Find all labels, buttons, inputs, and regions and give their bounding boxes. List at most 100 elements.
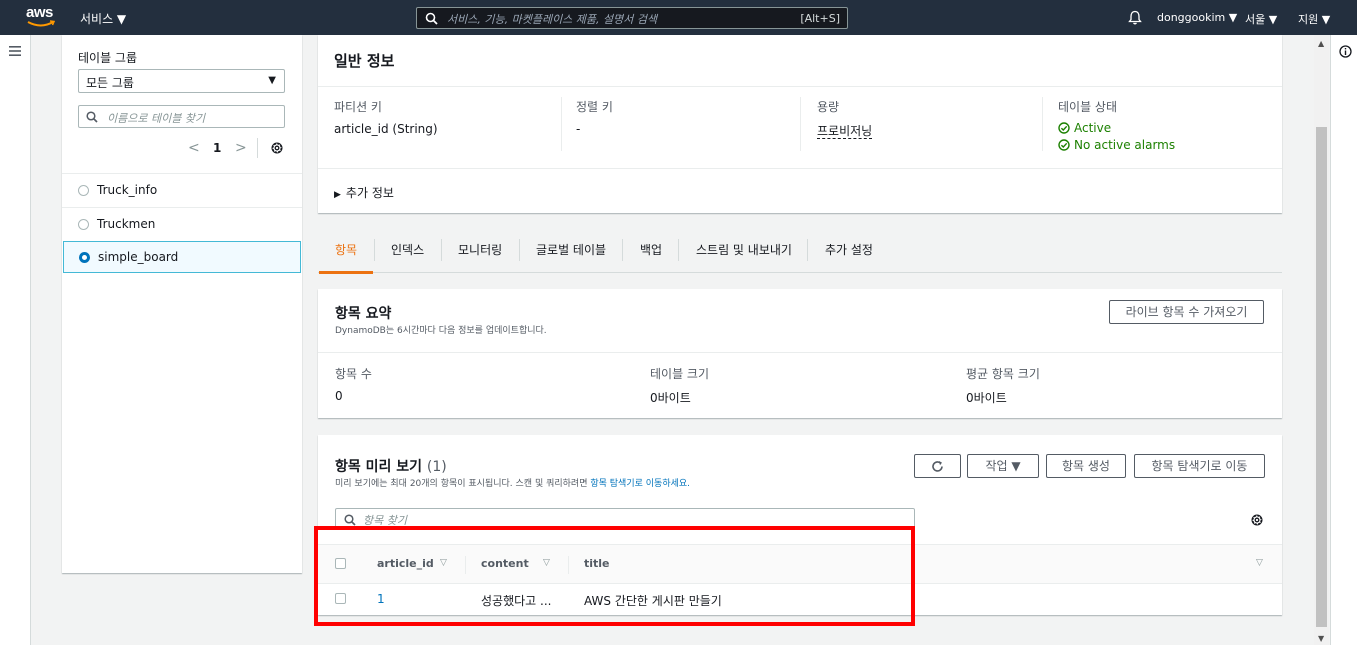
aws-logo[interactable]: aws	[26, 5, 58, 30]
table-header-row: article_id ▽ content ▽ title ▽	[318, 544, 1282, 584]
additional-info-expander[interactable]: ▶ 추가 정보	[334, 184, 394, 201]
page-scrollbar[interactable]: ▲ ▼	[1314, 35, 1329, 645]
select-all-checkbox[interactable]	[335, 558, 346, 569]
column-header-title[interactable]: title	[584, 557, 610, 570]
services-menu[interactable]: 서비스 ▼	[80, 10, 126, 27]
status-active: Active	[1058, 121, 1175, 135]
scroll-thumb[interactable]	[1316, 127, 1327, 627]
capacity-field: 용량 프로비저닝	[817, 98, 873, 139]
tab-backups[interactable]: 백업	[640, 241, 662, 273]
radio-button[interactable]	[78, 219, 89, 230]
global-search-placeholder: 서비스, 기능, 마켓플레이스 제품, 설명서 검색	[447, 13, 658, 26]
tab-divider	[374, 239, 375, 261]
column-divider	[1042, 97, 1043, 151]
bell-icon[interactable]	[1128, 10, 1142, 25]
table-list-item-selected[interactable]: simple_board	[63, 241, 301, 273]
item-count-value: 0	[335, 389, 343, 403]
pager-next-icon[interactable]: >	[235, 140, 247, 156]
column-header-article-id[interactable]: article_id	[377, 557, 434, 570]
tab-items[interactable]: 항목	[335, 241, 357, 273]
pager-current-page[interactable]: 1	[213, 141, 221, 155]
table-row[interactable]: 1 성공했다고 ... AWS 간단한 게시판 만들기	[318, 584, 1282, 615]
sort-icon[interactable]: ▽	[440, 558, 447, 568]
right-rail	[1330, 35, 1357, 645]
table-search-placeholder: 이름으로 테이블 찾기	[107, 112, 206, 125]
create-item-button[interactable]: 항목 생성	[1046, 454, 1126, 478]
item-count-field: 항목 수 0	[335, 365, 372, 403]
row-checkbox[interactable]	[335, 593, 346, 604]
status-alarms-text: No active alarms	[1074, 138, 1176, 152]
divider	[318, 168, 1282, 169]
radio-button-selected[interactable]	[79, 252, 90, 263]
tab-label: 추가 설정	[825, 243, 873, 257]
table-group-select[interactable]: 모든 그룹 ▼	[78, 69, 285, 93]
sort-key-label: 정렬 키	[576, 100, 613, 114]
item-preview-title-text: 항목 미리 보기	[335, 459, 423, 475]
item-explorer-link[interactable]: 항목 탐색기로 이동하세요.	[590, 479, 690, 489]
gear-icon[interactable]	[270, 141, 284, 155]
item-summary-card: 항목 요약 DynamoDB는 6시간마다 다음 정보를 업데이트합니다. 라이…	[318, 289, 1282, 418]
tab-monitoring[interactable]: 모니터링	[458, 241, 502, 273]
tab-divider	[519, 239, 520, 261]
general-info-card: 일반 정보 파티션 키 article_id (String) 정렬 키 - 용…	[318, 35, 1282, 213]
tab-divider	[622, 239, 623, 261]
tab-label: 스트림 및 내보내기	[696, 243, 792, 257]
table-status-label: 테이블 상태	[1058, 100, 1118, 114]
region-menu[interactable]: 서울 ▼	[1245, 11, 1277, 27]
radio-button[interactable]	[78, 185, 89, 196]
user-menu[interactable]: donggookim ▼	[1157, 11, 1237, 24]
get-live-item-count-button[interactable]: 라이브 항목 수 가져오기	[1109, 300, 1264, 324]
tab-divider	[441, 239, 442, 261]
item-preview-subtitle: 미리 보기에는 최대 20개의 항목이 표시됩니다. 스캔 및 쿼리하려면 항목…	[335, 476, 690, 489]
tab-label: 글로벌 테이블	[536, 243, 607, 257]
column-header-content[interactable]: content	[481, 557, 529, 570]
additional-info-label: 추가 정보	[345, 186, 394, 200]
search-icon	[425, 12, 438, 25]
capacity-mode-link[interactable]: 프로비저닝	[817, 124, 873, 139]
caret-right-icon: ▶	[334, 190, 341, 200]
active-tab-indicator	[319, 271, 373, 274]
article-id-link[interactable]: 1	[377, 592, 385, 606]
gear-icon[interactable]	[1250, 513, 1264, 527]
table-group-label: 테이블 그룹	[78, 51, 138, 65]
sort-icon[interactable]: ▽	[1256, 558, 1263, 568]
sort-icon[interactable]: ▽	[543, 558, 550, 568]
content-cell: 성공했다고 ...	[481, 594, 552, 608]
info-icon[interactable]	[1339, 45, 1352, 58]
search-icon	[86, 111, 98, 123]
tab-indexes[interactable]: 인덱스	[391, 241, 424, 273]
table-tabs: 항목 인덱스 모니터링 글로벌 테이블 백업 스트림 및 내보내기 추가 설정	[318, 237, 1282, 274]
item-preview-subtitle-text: 미리 보기에는 최대 20개의 항목이 표시됩니다. 스캔 및 쿼리하려면	[335, 479, 588, 489]
item-preview-card: 항목 미리 보기 (1) 미리 보기에는 최대 20개의 항목이 표시됩니다. …	[318, 435, 1282, 615]
status-alarms: No active alarms	[1058, 138, 1175, 152]
divider	[318, 352, 1282, 353]
support-menu[interactable]: 지원 ▼	[1298, 11, 1330, 27]
item-search-placeholder: 항목 찾기	[363, 514, 407, 527]
top-navigation-bar: aws 서비스 ▼ 서비스, 기능, 마켓플레이스 제품, 설명서 검색 [Al…	[0, 0, 1357, 35]
pager-prev-icon[interactable]: <	[188, 140, 200, 156]
global-search-input[interactable]: 서비스, 기능, 마켓플레이스 제품, 설명서 검색 [Alt+S]	[416, 7, 848, 29]
search-shortcut-hint: [Alt+S]	[800, 12, 840, 25]
table-group-select-value: 모든 그룹	[86, 76, 134, 90]
actions-dropdown-button[interactable]: 작업 ▼	[967, 454, 1039, 478]
go-to-item-explorer-button[interactable]: 항목 탐색기로 이동	[1134, 454, 1265, 478]
table-size-field: 테이블 크기 0바이트	[650, 365, 709, 406]
item-search-input[interactable]: 항목 찾기	[335, 508, 915, 530]
table-search-input[interactable]: 이름으로 테이블 찾기	[78, 105, 285, 128]
table-list-item[interactable]: Truckmen	[62, 207, 302, 241]
table-status-field: 테이블 상태 Active No active alarms	[1058, 98, 1175, 152]
check-circle-icon	[1058, 139, 1070, 151]
tab-streams-exports[interactable]: 스트림 및 내보내기	[696, 241, 792, 273]
table-list-item[interactable]: Truck_info	[62, 173, 302, 207]
tab-global-tables[interactable]: 글로벌 테이블	[536, 241, 606, 273]
general-info-title: 일반 정보	[334, 52, 395, 70]
avg-item-size-value: 0바이트	[966, 391, 1007, 405]
tab-label: 인덱스	[391, 243, 425, 257]
refresh-button[interactable]	[914, 454, 961, 478]
scroll-down-arrow-icon[interactable]: ▼	[1318, 634, 1324, 643]
tab-additional-settings[interactable]: 추가 설정	[825, 241, 873, 273]
hamburger-menu-icon[interactable]	[9, 45, 21, 57]
scroll-up-arrow-icon[interactable]: ▲	[1318, 39, 1324, 48]
item-summary-subtitle: DynamoDB는 6시간마다 다음 정보를 업데이트합니다.	[335, 326, 547, 336]
sort-key-field: 정렬 키 -	[576, 98, 613, 136]
